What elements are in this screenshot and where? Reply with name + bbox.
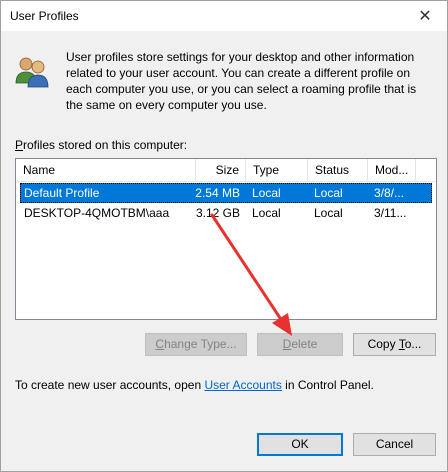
window-title: User Profiles <box>10 9 79 23</box>
row-status: Local <box>314 206 343 220</box>
row-type: Local <box>252 206 281 220</box>
footer-text-before: To create new user accounts, open <box>15 378 205 392</box>
delete-label: elete <box>291 337 318 351</box>
footer-text: To create new user accounts, open User A… <box>15 378 374 392</box>
column-header-name[interactable]: Name <box>16 159 196 181</box>
row-modified: 3/11... <box>374 206 407 220</box>
row-modified: 3/8/... <box>374 186 405 200</box>
delete-button[interactable]: Delete <box>257 333 343 356</box>
cancel-button[interactable]: Cancel <box>353 433 436 456</box>
table-row[interactable]: Default Profile 2.54 MB Local Local 3/8/… <box>16 183 436 203</box>
intro-text: User profiles store settings for your de… <box>66 50 417 112</box>
close-icon: ✕ <box>418 8 432 25</box>
column-header-size[interactable]: Size <box>196 159 246 181</box>
profiles-label-accesskey: P <box>15 138 24 152</box>
row-status: Local <box>314 186 343 200</box>
profiles-label-rest: rofiles stored on this computer: <box>23 138 188 152</box>
row-size: 3.12 GB <box>195 206 240 220</box>
ok-button[interactable]: OK <box>257 433 343 456</box>
copy-to-label-rest: o... <box>404 337 422 351</box>
listview-header: Name Size Type Status Mod... <box>16 159 436 182</box>
copy-to-label-pre: Copy <box>367 337 399 351</box>
delete-accesskey: D <box>282 337 292 351</box>
change-type-button[interactable]: Change Type... <box>145 333 247 356</box>
profiles-label: Profiles stored on this computer: <box>15 138 187 152</box>
change-type-accesskey: C <box>155 337 165 351</box>
row-name: Default Profile <box>24 186 100 200</box>
column-header-type[interactable]: Type <box>246 159 308 181</box>
close-button[interactable]: ✕ <box>403 1 447 31</box>
title-bar: User Profiles ✕ <box>1 1 447 31</box>
dialog-content: User profiles store settings for your de… <box>1 31 447 471</box>
change-type-label: hange Type... <box>164 337 237 351</box>
table-row[interactable]: DESKTOP-4QMOTBM\aaa 3.12 GB Local Local … <box>16 203 436 223</box>
copy-to-button[interactable]: Copy To... <box>353 333 436 356</box>
users-icon <box>15 57 49 88</box>
user-accounts-link[interactable]: User Accounts <box>204 378 281 392</box>
column-header-modified[interactable]: Mod... <box>368 159 416 181</box>
column-header-status[interactable]: Status <box>308 159 368 181</box>
profiles-listview[interactable]: Name Size Type Status Mod... Default Pro… <box>15 158 437 320</box>
footer-text-after: in Control Panel. <box>281 378 374 392</box>
row-type: Local <box>252 186 281 200</box>
user-profiles-dialog: User Profiles ✕ User profiles store sett… <box>0 0 448 472</box>
row-size: 2.54 MB <box>195 186 240 200</box>
row-name: DESKTOP-4QMOTBM\aaa <box>24 206 170 220</box>
